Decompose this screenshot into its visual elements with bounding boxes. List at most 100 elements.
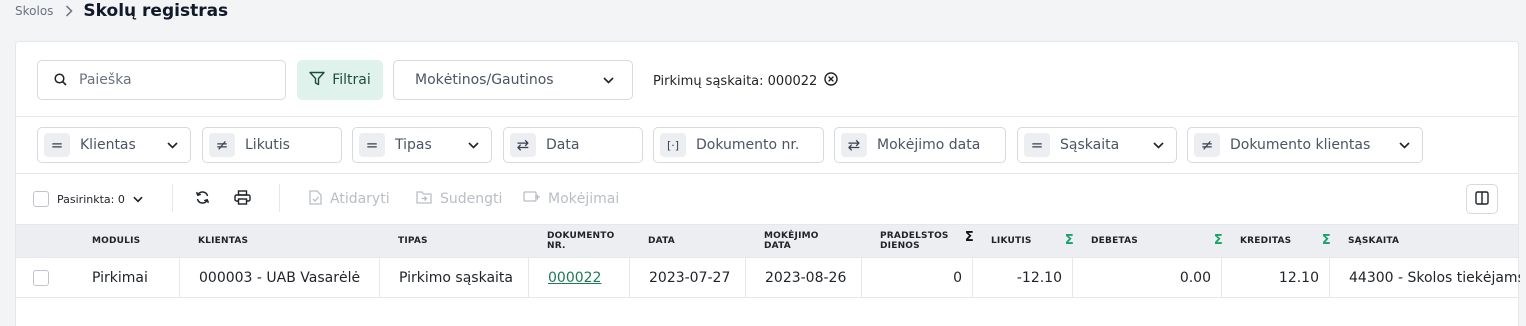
chevron-down-icon [1399, 141, 1410, 149]
cell-debit: 0.00 [1072, 258, 1221, 297]
breadcrumb-root-link[interactable]: Skolos [15, 4, 53, 18]
payments-button[interactable]: Mokėjimai [523, 184, 619, 214]
merge-button[interactable]: Sudengti [416, 184, 502, 214]
cell-date: 2023-07-27 [629, 258, 745, 297]
debt-type-value: Mokėtinos/Gautinos [415, 72, 554, 88]
refresh-icon [195, 190, 210, 209]
filter-client-label: Klientas [80, 137, 136, 153]
cell-payment-date: 2023-08-26 [745, 258, 861, 297]
chevron-right-icon [65, 5, 73, 17]
filter-account[interactable]: = Sąskaita [1017, 127, 1177, 163]
col-doc-nr[interactable]: DOKUMENTO NR. [538, 225, 614, 257]
row-checkbox[interactable] [33, 269, 49, 286]
printer-icon [234, 189, 251, 209]
breadcrumb: Skolos Skolų registras [15, 0, 228, 22]
col-doc-nr-line1: DOKUMENTO [547, 231, 615, 241]
filter-payment-date-label: Mokėjimo data [877, 137, 981, 153]
filter-account-label: Sąskaita [1060, 137, 1120, 153]
document-link[interactable]: 000022 [548, 270, 601, 286]
equals-icon[interactable]: = [1024, 133, 1050, 157]
contains-icon[interactable]: [·] [660, 133, 686, 157]
chevron-down-icon [1153, 141, 1164, 149]
filter-doc-nr[interactable]: [·] Dokumento nr. [653, 127, 824, 163]
filter-date[interactable]: ⇄ Data [503, 127, 643, 163]
filter-balance-label: Likutis [245, 137, 290, 153]
select-all[interactable]: Pasirinkta: 0 [33, 184, 143, 214]
filter-icon [309, 71, 325, 90]
col-module[interactable]: MODULIS [83, 225, 140, 257]
col-overdue-line2: DIENOS [880, 241, 920, 251]
toolbar-separator [279, 184, 280, 212]
not-equals-icon[interactable]: ≠ [209, 133, 235, 157]
cell-type: Pirkimo sąskaita [379, 258, 528, 297]
cell-doc-nr: 000022 [528, 258, 629, 297]
page-title: Skolų registras [83, 1, 229, 21]
toolbar: Pasirinkta: 0 Atidaryti Sudengti Mokėjim… [16, 184, 1518, 214]
cell-overdue: 0 [861, 258, 972, 297]
equals-icon[interactable]: = [359, 133, 385, 157]
col-credit[interactable]: KREDITAS Σ [1231, 225, 1339, 257]
filter-balance[interactable]: ≠ Likutis [202, 127, 342, 163]
remove-filter-icon[interactable] [824, 72, 838, 90]
open-button[interactable]: Atidaryti [309, 184, 390, 214]
col-payment-date[interactable]: MOKĖJIMO DATA [755, 225, 819, 257]
cell-client: 000003 - UAB Vasarėlė [179, 258, 379, 297]
open-button-label: Atidaryti [330, 191, 390, 207]
col-payment-date-line2: DATA [764, 241, 791, 251]
sum-icon[interactable]: Σ [1065, 234, 1074, 247]
print-button[interactable] [234, 184, 251, 214]
row-select[interactable] [16, 258, 83, 297]
folder-icon [416, 190, 432, 208]
col-type[interactable]: TIPAS [389, 225, 428, 257]
col-client[interactable]: KLIENTAS [189, 225, 248, 257]
refresh-button[interactable] [195, 184, 210, 214]
sum-icon[interactable]: Σ [1214, 234, 1223, 247]
select-all-checkbox[interactable] [33, 191, 49, 207]
payments-button-label: Mokėjimai [548, 191, 620, 207]
chevron-down-icon [603, 72, 614, 88]
divider [16, 116, 1518, 117]
filters-button[interactable]: Filtrai [297, 60, 383, 100]
filter-payment-date[interactable]: ⇄ Mokėjimo data [834, 127, 1006, 163]
filter-client[interactable]: = Klientas [37, 127, 191, 163]
col-overdue-line1: PRADELSTOS [880, 231, 949, 241]
debt-type-select[interactable]: Mokėtinos/Gautinos [393, 60, 633, 100]
range-icon[interactable]: ⇄ [841, 133, 867, 157]
document-icon [309, 189, 322, 209]
payment-icon [523, 190, 540, 208]
filter-doc-client-label: Dokumento klientas [1230, 137, 1371, 153]
col-overdue-days[interactable]: PRADELSTOS DIENOS Σ [871, 225, 982, 257]
col-date[interactable]: DATA [639, 225, 675, 257]
search-box[interactable] [37, 60, 286, 100]
cell-balance: -12.10 [972, 258, 1072, 297]
divider [16, 173, 1518, 174]
table-row[interactable]: Pirkimai 000003 - UAB Vasarėlė Pirkimo s… [16, 258, 1520, 298]
col-credit-label: KREDITAS [1240, 236, 1292, 246]
sum-icon[interactable]: Σ [1322, 234, 1331, 247]
col-debit[interactable]: DEBETAS Σ [1082, 225, 1231, 257]
col-account[interactable]: SĄSKAITA [1339, 225, 1399, 257]
cell-credit: 12.10 [1221, 258, 1329, 297]
chevron-down-icon [468, 141, 479, 149]
equals-icon[interactable]: = [44, 133, 70, 157]
filter-type[interactable]: = Tipas [352, 127, 492, 163]
search-input[interactable] [79, 72, 259, 88]
filter-type-label: Tipas [395, 137, 432, 153]
sum-icon[interactable]: Σ [965, 231, 974, 244]
cell-account: 44300 - Skolos tiekėjams [1329, 258, 1520, 297]
toolbar-separator [172, 184, 173, 212]
col-doc-nr-line2: NR. [547, 241, 566, 251]
filter-date-label: Data [546, 137, 580, 153]
chevron-down-icon[interactable] [133, 191, 143, 207]
search-icon [54, 71, 67, 90]
register-card: Filtrai Mokėtinos/Gautinos Pirkimų sąska… [15, 41, 1520, 326]
filter-doc-client[interactable]: ≠ Dokumento klientas [1187, 127, 1423, 163]
columns-button[interactable] [1466, 184, 1498, 214]
not-equals-icon[interactable]: ≠ [1194, 133, 1220, 157]
filter-doc-nr-label: Dokumento nr. [696, 137, 800, 153]
col-balance[interactable]: LIKUTIS Σ [982, 225, 1082, 257]
debts-table: MODULIS KLIENTAS TIPAS DOKUMENTO NR. DAT… [16, 224, 1520, 298]
active-filter-label: Pirkimų sąskaita: 000022 [653, 73, 818, 89]
merge-button-label: Sudengti [440, 191, 503, 207]
range-icon[interactable]: ⇄ [510, 133, 536, 157]
